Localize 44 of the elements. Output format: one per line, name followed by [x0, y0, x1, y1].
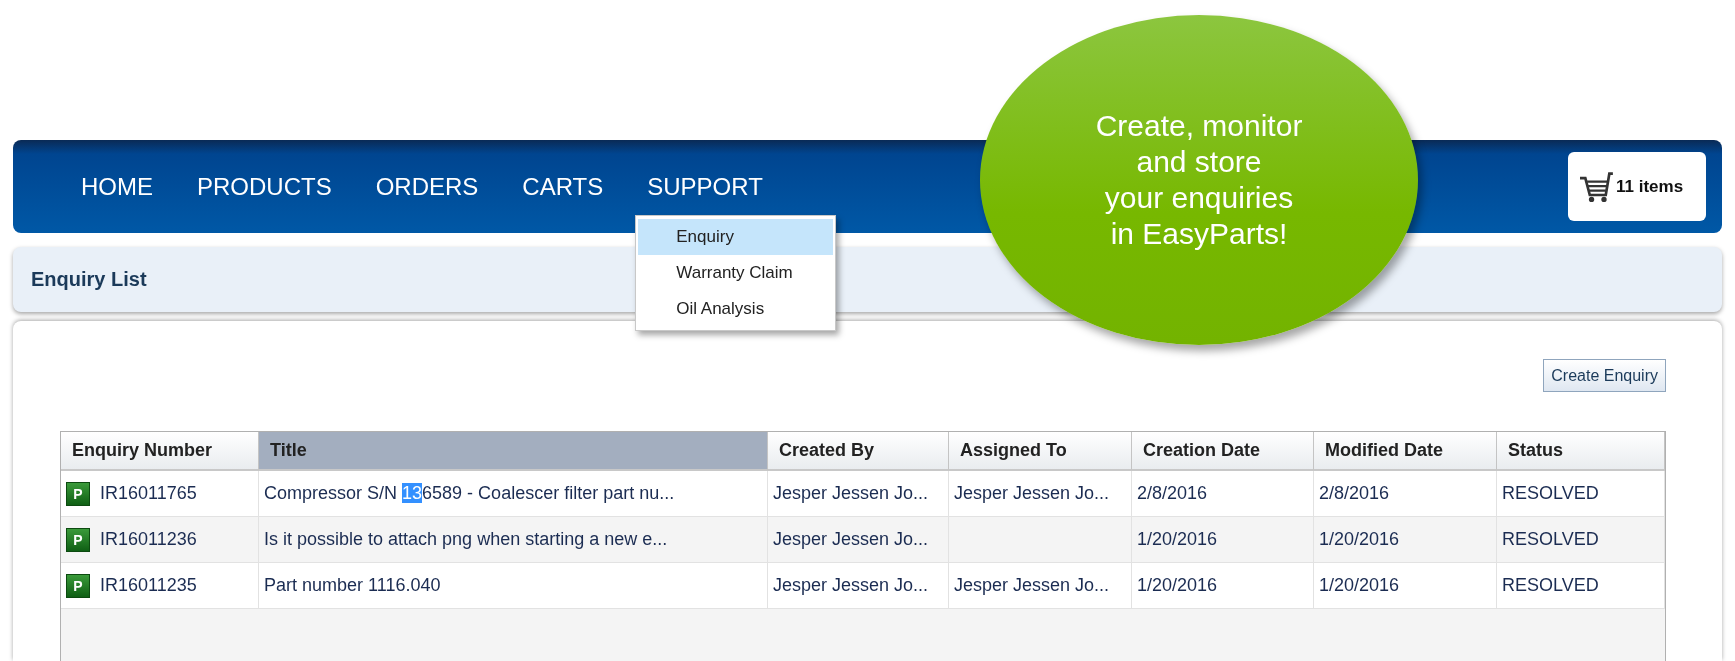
status-badge: P [66, 573, 90, 598]
table-cell: Jesper Jessen Jo... [768, 563, 949, 609]
table-cell: Jesper Jessen Jo... [768, 517, 949, 563]
menu-item[interactable]: Enquiry [638, 218, 834, 255]
table-cell: RESOLVED [1497, 563, 1665, 609]
table-cell: Jesper Jessen Jo... [768, 471, 949, 517]
table-cell: 1/20/2016 [1132, 563, 1314, 609]
create-enquiry-button[interactable]: Create Enquiry [1543, 359, 1666, 392]
cart-count: 11 items [1616, 176, 1684, 197]
table-cell-text: IR16011235 [100, 574, 197, 597]
page-title: Enquiry List [31, 268, 147, 291]
table-cell: 1/20/2016 [1314, 517, 1497, 563]
table-cell: Jesper Jessen Jo... [949, 563, 1132, 609]
column-header[interactable]: Creation Date [1132, 432, 1314, 471]
table-cell: RESOLVED [1497, 517, 1665, 563]
column-header[interactable]: Assigned To [949, 432, 1132, 471]
menu-item[interactable]: Oil Analysis [638, 290, 834, 327]
column-header[interactable]: Created By [768, 432, 949, 471]
table-cell: Jesper Jessen Jo... [949, 471, 1132, 517]
table-cell: 1/20/2016 [1314, 563, 1497, 609]
column-header[interactable]: Title [259, 432, 768, 471]
status-badge: P [66, 481, 90, 506]
table-cell: Compressor S/N 136589 - Coalescer filter part nu... [259, 471, 768, 517]
cart-icon [1578, 170, 1614, 203]
table-cell-text: IR16011765 [100, 482, 197, 505]
table-cell-text: IR16011236 [100, 528, 197, 551]
column-header[interactable]: Modified Date [1314, 432, 1497, 471]
menu-item[interactable]: Warranty Claim [638, 254, 834, 291]
column-header[interactable]: Enquiry Number [61, 432, 259, 471]
nav-link[interactable]: PRODUCTS [175, 172, 354, 201]
table-cell: 1/20/2016 [1132, 517, 1314, 563]
nav-link[interactable]: ORDERS [353, 172, 501, 201]
table-cell: RESOLVED [1497, 471, 1665, 517]
table-cell: 2/8/2016 [1132, 471, 1314, 517]
nav-link[interactable]: SUPPORT [625, 172, 785, 201]
table-cell: Part number 1116.040 [259, 563, 768, 609]
status-badge: P [66, 527, 90, 552]
column-header[interactable]: Status [1497, 432, 1665, 471]
nav-link[interactable]: CARTS [500, 172, 626, 201]
cart-button[interactable]: 11 items [1568, 152, 1706, 221]
table-cell: 2/8/2016 [1314, 471, 1497, 517]
nav-link[interactable]: HOME [69, 172, 175, 201]
table-cell: Is it possible to attach png when starting a new e... [259, 517, 768, 563]
callout-text: Create, monitor and store your enquiries in EasyParts! [1095, 108, 1303, 252]
